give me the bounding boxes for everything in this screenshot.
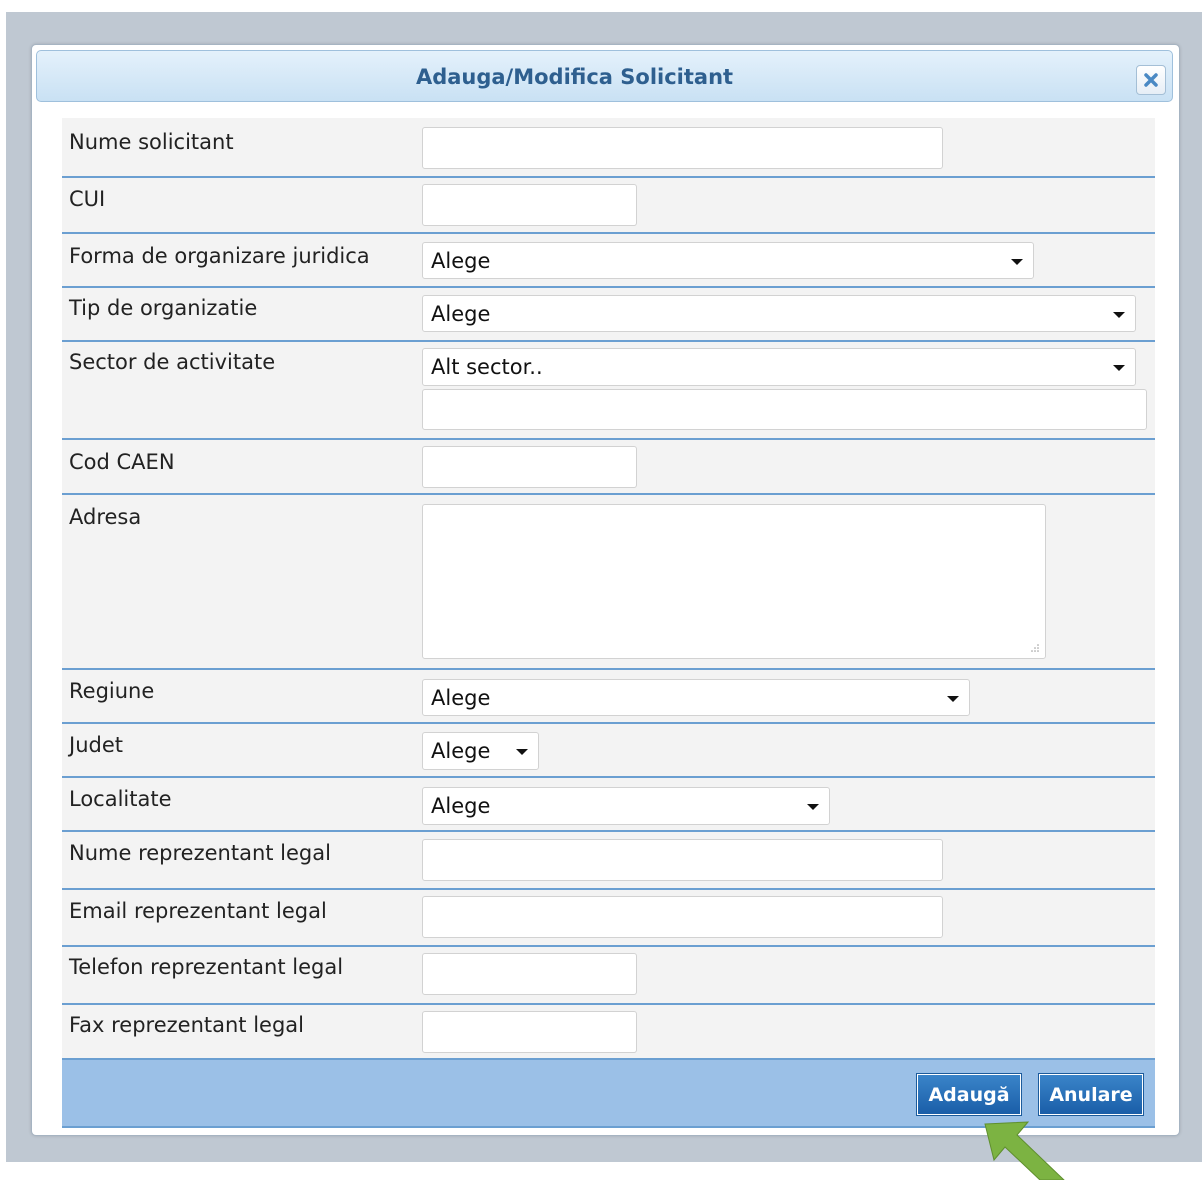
- cod-caen-input[interactable]: [422, 446, 637, 488]
- regiune-select[interactable]: Alege: [422, 679, 970, 716]
- row-nume-reprezentant: Nume reprezentant legal: [62, 832, 1155, 890]
- chevron-down-icon: [807, 804, 819, 810]
- forma-juridica-value: Alege: [431, 248, 491, 273]
- resize-grip-icon[interactable]: [1029, 642, 1039, 652]
- label-cod-caen: Cod CAEN: [69, 450, 175, 474]
- label-forma-juridica: Forma de organizare juridica: [69, 244, 370, 268]
- sector-activitate-select[interactable]: Alt sector..: [422, 348, 1136, 386]
- dialog-title: Adauga/Modifica Solicitant: [415, 65, 734, 89]
- label-judet: Judet: [69, 733, 123, 757]
- label-fax-reprezentant: Fax reprezentant legal: [69, 1013, 304, 1037]
- row-judet: Judet Alege: [62, 724, 1155, 778]
- adresa-textarea[interactable]: [422, 504, 1046, 659]
- row-fax-reprezentant: Fax reprezentant legal: [62, 1005, 1155, 1060]
- row-cod-caen: Cod CAEN: [62, 440, 1155, 495]
- nume-reprezentant-input[interactable]: [422, 839, 943, 881]
- forma-juridica-select[interactable]: Alege: [422, 242, 1034, 279]
- tip-organizatie-value: Alege: [431, 301, 491, 326]
- close-x-icon: [1144, 73, 1158, 87]
- label-localitate: Localitate: [69, 787, 172, 811]
- row-sector-activitate: Sector de activitate Alt sector..: [62, 342, 1155, 440]
- label-cui: CUI: [69, 187, 106, 211]
- judet-value: Alege: [431, 739, 491, 763]
- label-tip-organizatie: Tip de organizatie: [69, 296, 258, 320]
- chevron-down-icon: [516, 749, 528, 755]
- label-email-reprezentant: Email reprezentant legal: [69, 899, 327, 923]
- row-regiune: Regiune Alege: [62, 670, 1155, 724]
- chevron-down-icon: [1113, 311, 1125, 318]
- add-button[interactable]: Adaugă: [916, 1073, 1022, 1116]
- fax-reprezentant-input[interactable]: [422, 1011, 637, 1053]
- close-button[interactable]: [1136, 65, 1166, 95]
- email-reprezentant-input[interactable]: [422, 896, 943, 938]
- row-telefon-reprezentant: Telefon reprezentant legal: [62, 947, 1155, 1005]
- telefon-reprezentant-input[interactable]: [422, 953, 637, 995]
- regiune-value: Alege: [431, 685, 491, 710]
- label-adresa: Adresa: [69, 505, 142, 529]
- sector-activitate-value: Alt sector..: [431, 355, 543, 379]
- dialog-titlebar: Adauga/Modifica Solicitant: [36, 50, 1173, 102]
- label-sector-activitate: Sector de activitate: [69, 350, 276, 374]
- row-nume-solicitant: Nume solicitant: [62, 118, 1155, 178]
- chevron-down-icon: [947, 695, 959, 702]
- localitate-select[interactable]: Alege: [422, 787, 830, 825]
- cancel-button[interactable]: Anulare: [1038, 1073, 1144, 1116]
- row-adresa: Adresa: [62, 495, 1155, 670]
- label-nume-reprezentant: Nume reprezentant legal: [69, 841, 331, 865]
- pointer-arrow-icon: [984, 1121, 1065, 1180]
- label-nume-solicitant: Nume solicitant: [69, 130, 234, 154]
- row-cui: CUI: [62, 178, 1155, 234]
- tip-organizatie-select[interactable]: Alege: [422, 295, 1136, 332]
- row-email-reprezentant: Email reprezentant legal: [62, 890, 1155, 947]
- chevron-down-icon: [1011, 258, 1023, 265]
- row-tip-organizatie: Tip de organizatie Alege: [62, 288, 1155, 342]
- row-forma-juridica: Forma de organizare juridica Alege: [62, 234, 1155, 288]
- label-regiune: Regiune: [69, 679, 155, 703]
- label-telefon-reprezentant: Telefon reprezentant legal: [69, 955, 344, 979]
- nume-solicitant-input[interactable]: [422, 127, 943, 169]
- localitate-value: Alege: [431, 794, 491, 818]
- chevron-down-icon: [1113, 365, 1125, 371]
- cui-input[interactable]: [422, 184, 637, 226]
- alt-sector-input[interactable]: [422, 389, 1147, 430]
- row-localitate: Localitate Alege: [62, 778, 1155, 832]
- judet-select[interactable]: Alege: [422, 732, 539, 770]
